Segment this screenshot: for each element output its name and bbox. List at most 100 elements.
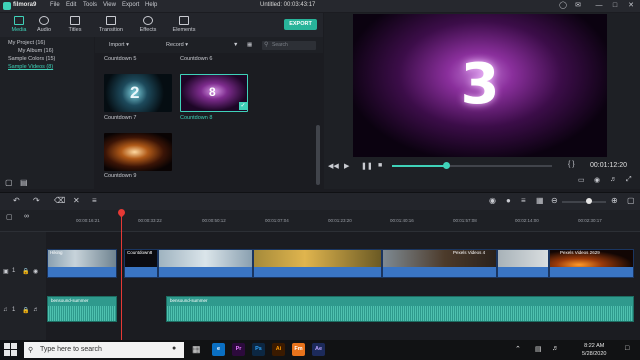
tree-footer: ▢ ▤: [0, 177, 94, 189]
play-icon[interactable]: ▶: [344, 162, 349, 170]
fit-icon[interactable]: ▢: [627, 196, 635, 205]
media-search-input[interactable]: Search: [262, 41, 316, 50]
tree-item-sample-colors[interactable]: Sample Colors (15): [8, 56, 55, 62]
transition-icon: [106, 16, 116, 25]
system-clock[interactable]: 8:22 AM 5/28/2020: [582, 342, 606, 358]
media-thumb-countdown-7[interactable]: 2: [104, 74, 172, 112]
redo-icon[interactable]: ↷: [33, 196, 40, 205]
menu-view[interactable]: View: [103, 2, 116, 8]
menu-tools[interactable]: Tools: [83, 2, 97, 8]
export-button[interactable]: EXPORT: [284, 19, 317, 30]
filter-icon[interactable]: ▼: [233, 42, 238, 48]
network-icon[interactable]: ▤: [535, 345, 542, 353]
account-icon[interactable]: ◯: [556, 0, 570, 12]
photoshop-icon[interactable]: Ps: [252, 343, 265, 356]
notifications-icon[interactable]: □: [625, 345, 629, 352]
video-clip-4[interactable]: [253, 249, 382, 278]
new-folder-icon[interactable]: ▢: [5, 178, 13, 187]
close-icon[interactable]: ✕: [624, 0, 638, 12]
import-dropdown[interactable]: Import ▾: [109, 42, 129, 48]
tab-audio[interactable]: Audio: [27, 13, 61, 37]
adjust-icon[interactable]: ≡: [92, 196, 97, 205]
zoom-out-icon[interactable]: ⊖: [551, 196, 558, 205]
screen-icon[interactable]: ▦: [536, 196, 544, 205]
render-icon[interactable]: ◉: [489, 196, 496, 205]
taskbar-search-input[interactable]: Type here to search: [24, 342, 184, 358]
task-view-icon[interactable]: ▦: [192, 344, 201, 355]
zoom-slider[interactable]: [562, 201, 606, 203]
media-item-label[interactable]: Countdown 7: [104, 115, 136, 121]
menu-export[interactable]: Export: [122, 2, 139, 8]
undo-icon[interactable]: ↶: [13, 196, 20, 205]
speaker-icon[interactable]: ♬: [33, 307, 39, 313]
windows-start-icon[interactable]: [4, 343, 17, 356]
eye-icon[interactable]: ◉: [33, 268, 38, 275]
previous-frame-icon[interactable]: ◀◀: [328, 162, 339, 170]
audio-track-label: 1: [12, 307, 16, 313]
volume-icon[interactable]: ♬: [610, 176, 617, 183]
snapshot-icon[interactable]: ◉: [594, 176, 600, 184]
link-icon[interactable]: ∞: [24, 213, 29, 220]
mark-braces[interactable]: { }: [568, 161, 575, 168]
media-item-label[interactable]: Countdown 5: [104, 56, 136, 62]
delete-icon[interactable]: ⌫: [54, 196, 65, 205]
display-icon[interactable]: ▭: [578, 176, 585, 184]
tab-elements[interactable]: Elements: [167, 13, 201, 37]
illustrator-icon[interactable]: Ai: [272, 343, 285, 356]
video-clip-pexels-4[interactable]: Pexels Videos 4: [382, 249, 497, 278]
zoom-slider-handle[interactable]: [586, 198, 592, 204]
tab-effects[interactable]: Effects: [131, 13, 165, 37]
media-item-label[interactable]: Countdown 6: [180, 56, 212, 62]
media-thumb-countdown-9[interactable]: [104, 133, 172, 171]
grid-view-icon[interactable]: ▦: [247, 42, 252, 48]
microphone-icon[interactable]: ●: [172, 345, 176, 352]
video-clip-3[interactable]: [158, 249, 253, 278]
cut-icon[interactable]: ✕: [73, 196, 80, 205]
countdown-number-graphic: 2: [130, 83, 140, 102]
audio-clip-bensound-summer[interactable]: bensound-summer: [47, 296, 117, 322]
video-clip-pexels-2629[interactable]: Pexels Videos 2629: [549, 249, 634, 278]
mixer-icon[interactable]: ≡: [521, 196, 526, 205]
tab-transition[interactable]: Transition: [94, 13, 128, 37]
folder-open-icon[interactable]: ▤: [20, 178, 28, 187]
preview-progress-fill: [392, 165, 447, 167]
mic-icon[interactable]: ●: [506, 196, 511, 205]
video-clip-6[interactable]: [497, 249, 549, 278]
tab-titles[interactable]: Titles: [58, 13, 92, 37]
audio-clip-bensound-summer[interactable]: bensound-summer: [166, 296, 634, 322]
notification-icon[interactable]: ✉: [571, 0, 585, 12]
video-clip-countdown8[interactable]: Countdown8: [124, 249, 158, 278]
tree-item-my-project[interactable]: My Project (16): [8, 40, 45, 46]
menu-help[interactable]: Help: [145, 2, 157, 8]
media-scrollbar[interactable]: [316, 125, 320, 185]
zoom-in-icon[interactable]: ⊕: [611, 196, 618, 205]
minimize-icon[interactable]: —: [592, 0, 606, 12]
video-track-icon: ▣: [3, 269, 9, 275]
lock-icon[interactable]: 🔒: [22, 268, 29, 275]
record-dropdown[interactable]: Record ▾: [166, 42, 188, 48]
menu-file[interactable]: File: [50, 2, 60, 8]
tray-chevron-icon[interactable]: ⌃: [515, 345, 521, 353]
premiere-icon[interactable]: Pr: [232, 343, 245, 356]
pause-icon[interactable]: ❚❚: [361, 162, 373, 170]
maximize-icon[interactable]: □: [608, 0, 622, 12]
ruler-tick: 00:01:23:20: [328, 218, 352, 223]
edge-icon[interactable]: e: [212, 343, 225, 356]
stop-icon[interactable]: ■: [378, 162, 382, 169]
lock-icon[interactable]: 🔒: [22, 307, 29, 314]
media-thumb-countdown-8[interactable]: 8 ✓: [180, 74, 248, 112]
after-effects-icon[interactable]: Ae: [312, 343, 325, 356]
volume-tray-icon[interactable]: ♬: [552, 345, 559, 352]
video-clip-hiking[interactable]: Hiking: [47, 249, 117, 278]
ruler-tick: 00:00:33:22: [138, 218, 162, 223]
effects-icon: [143, 16, 153, 25]
tree-item-my-album[interactable]: My Album (16): [18, 48, 53, 54]
add-track-icon[interactable]: ▢: [6, 213, 13, 221]
media-item-label[interactable]: Countdown 9: [104, 173, 136, 179]
menu-edit[interactable]: Edit: [66, 2, 76, 8]
filmora-taskbar-icon[interactable]: Fm: [292, 343, 305, 356]
ruler-tick: 00:01:07:04: [265, 218, 289, 223]
tree-item-sample-videos[interactable]: Sample Videos (8): [8, 64, 53, 70]
fullscreen-icon[interactable]: ⤢: [626, 176, 632, 184]
media-item-label[interactable]: Countdown 8: [180, 115, 212, 121]
